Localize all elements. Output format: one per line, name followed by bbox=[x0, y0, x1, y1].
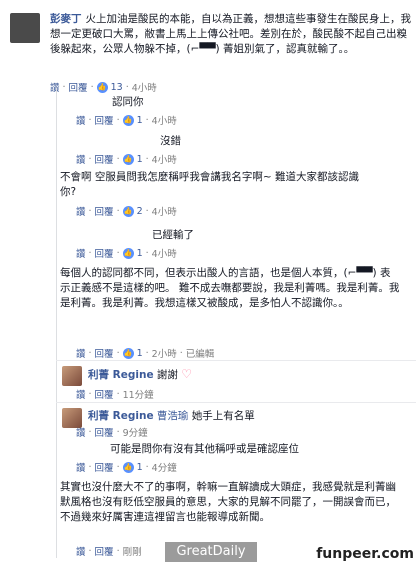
reply-link[interactable]: 回覆 bbox=[95, 113, 114, 127]
reply-link[interactable]: 回覆 bbox=[95, 425, 114, 439]
like-link[interactable]: 讚 bbox=[76, 544, 86, 558]
timestamp: 11分鐘 bbox=[122, 390, 154, 401]
edited-label[interactable]: 已編輯 bbox=[186, 346, 215, 360]
comment-author[interactable]: 利菁 Regine bbox=[88, 410, 154, 422]
timestamp: 4小時 bbox=[151, 207, 177, 218]
timestamp: 4小時 bbox=[151, 155, 177, 166]
comment-text: 火上加油是酸民的本能，自以為正義，想想這些事發生在酸民身上，我想一定更破口大罵，… bbox=[50, 13, 411, 55]
reply-text: 可能是問你有沒有其他稱呼或是確認座位 bbox=[110, 443, 299, 455]
like-count[interactable]: 1 bbox=[137, 248, 143, 259]
reply-actions: 讚 · 回覆 · 👍 1 · 4分鐘 bbox=[76, 460, 177, 474]
thumb-like-icon: 👍 bbox=[96, 81, 108, 93]
reply-text: 每個人的認同都不同，但表示出酸人的言語，也是個人本質，(⌐▀▀) 表示正義感不是… bbox=[60, 267, 400, 309]
like-count[interactable]: 1 bbox=[137, 462, 143, 473]
reply-text: 認同你 bbox=[112, 96, 144, 108]
like-link[interactable]: 讚 bbox=[76, 246, 86, 260]
timestamp: 2小時 bbox=[151, 349, 177, 360]
like-link[interactable]: 讚 bbox=[76, 113, 86, 127]
like-link[interactable]: 讚 bbox=[76, 346, 86, 360]
thumb-like-icon: 👍 bbox=[122, 347, 134, 359]
reply-link[interactable]: 回覆 bbox=[95, 346, 114, 360]
timestamp: 4小時 bbox=[131, 83, 157, 94]
reply-actions: 讚 · 回覆 · 👍 1 · 4小時 bbox=[76, 113, 177, 127]
reply-item: 利菁 Regine 曹浩瑜 她手上有名單 bbox=[88, 409, 408, 424]
reply-link[interactable]: 回覆 bbox=[95, 152, 114, 166]
timestamp: 4分鐘 bbox=[151, 463, 177, 474]
greatdaily-watermark: GreatDaily bbox=[165, 542, 257, 562]
reply-text: 謝謝 bbox=[156, 369, 178, 381]
reply-actions: 讚 · 回覆 · 👍 2 · 4小時 bbox=[76, 204, 177, 218]
reply-actions: 讚 · 回覆 · 剛剛 bbox=[76, 544, 142, 559]
comment-author[interactable]: 彭麥丁 bbox=[50, 13, 82, 25]
reply-item: 可能是問你有沒有其他稱呼或是確認座位 讚 · 回覆 · 👍 1 · 4分鐘 bbox=[60, 442, 412, 474]
reply-item: 每個人的認同都不同，但表示出酸人的言語，也是個人本質，(⌐▀▀) 表示正義感不是… bbox=[60, 266, 412, 360]
timestamp: 4小時 bbox=[151, 116, 177, 127]
avatar[interactable] bbox=[10, 13, 40, 43]
divider bbox=[56, 360, 416, 361]
avatar[interactable] bbox=[62, 366, 82, 386]
timestamp: 4小時 bbox=[151, 249, 177, 260]
reply-link[interactable]: 回覆 bbox=[95, 544, 114, 558]
reply-text: 她手上有名單 bbox=[191, 410, 255, 422]
like-count[interactable]: 1 bbox=[137, 154, 143, 165]
like-link[interactable]: 讚 bbox=[76, 152, 86, 166]
like-count[interactable]: 13 bbox=[111, 82, 123, 93]
reply-link[interactable]: 回覆 bbox=[95, 387, 114, 401]
reply-item: 其實也沒什麼大不了的事啊，幹嘛一直解讀成大頭症，我感覺就是利菁幽默風格也沒有貶低… bbox=[60, 480, 412, 558]
reply-text: 其實也沒什麼大不了的事啊，幹嘛一直解讀成大頭症，我感覺就是利菁幽默風格也沒有貶低… bbox=[60, 481, 396, 523]
reply-link[interactable]: 回覆 bbox=[95, 246, 114, 260]
like-link[interactable]: 讚 bbox=[76, 204, 86, 218]
reply-actions: 讚 · 回覆 · 👍 1 · 4小時 bbox=[76, 246, 177, 260]
reply-item: 認同你 讚 · 回覆 · 👍 1 · 4小時 bbox=[60, 95, 412, 127]
reply-item: 已經輸了 讚 · 回覆 · 👍 1 · 4小時 bbox=[60, 228, 412, 260]
like-link[interactable]: 讚 bbox=[50, 80, 60, 94]
like-link[interactable]: 讚 bbox=[76, 460, 86, 474]
thumb-like-icon: 👍 bbox=[122, 114, 134, 126]
reply-actions: 讚 · 回覆 · 9分鐘 bbox=[76, 425, 148, 440]
reply-link[interactable]: 回覆 bbox=[95, 204, 114, 218]
reply-text: 已經輸了 bbox=[152, 229, 194, 241]
reply-thread-line bbox=[56, 88, 57, 558]
like-count[interactable]: 1 bbox=[137, 348, 143, 359]
divider bbox=[56, 402, 416, 403]
funpeer-watermark: funpeer.com bbox=[316, 546, 414, 562]
reply-item: 沒錯 讚 · 回覆 · 👍 1 · 4小時 bbox=[60, 134, 412, 166]
comment-body: 彭麥丁 火上加油是酸民的本能，自以為正義，想想這些事發生在酸民身上，我想一定更破口… bbox=[50, 12, 412, 57]
reply-actions: 讚 · 回覆 · 👍 1 · 2小時 · 已編輯 bbox=[76, 346, 215, 360]
reply-item: 利菁 Regine 謝謝 ♡ bbox=[88, 367, 408, 383]
thumb-like-icon: 👍 bbox=[122, 461, 134, 473]
comment-actions: 讚 · 回覆 · 👍 13 · 4小時 bbox=[50, 80, 157, 94]
reply-item: 不會啊 空服員問我怎麼稱呼我會講我名字啊~ 難道大家都該認識你? 讚 · 回覆 · … bbox=[60, 170, 412, 218]
like-count[interactable]: 2 bbox=[137, 206, 143, 217]
reply-text: 沒錯 bbox=[160, 135, 181, 147]
reply-link[interactable]: 回覆 bbox=[69, 80, 88, 94]
comment-author[interactable]: 利菁 Regine bbox=[88, 369, 154, 381]
reply-actions: 讚 · 回覆 · 11分鐘 bbox=[76, 387, 154, 402]
reply-actions: 讚 · 回覆 · 👍 1 · 4小時 bbox=[76, 152, 177, 166]
like-link[interactable]: 讚 bbox=[76, 425, 86, 439]
like-count[interactable]: 1 bbox=[137, 115, 143, 126]
heart-icon: ♡ bbox=[181, 367, 193, 381]
thumb-like-icon: 👍 bbox=[122, 153, 134, 165]
reply-text: 不會啊 空服員問我怎麼稱呼我會講我名字啊~ 難道大家都該認識你? bbox=[60, 171, 359, 198]
thumb-like-icon: 👍 bbox=[122, 205, 134, 217]
reply-link[interactable]: 回覆 bbox=[95, 460, 114, 474]
timestamp: 9分鐘 bbox=[122, 428, 148, 439]
timestamp: 剛剛 bbox=[122, 547, 142, 558]
like-link[interactable]: 讚 bbox=[76, 387, 86, 401]
mention-link[interactable]: 曹浩瑜 bbox=[157, 410, 189, 422]
thumb-like-icon: 👍 bbox=[122, 247, 134, 259]
